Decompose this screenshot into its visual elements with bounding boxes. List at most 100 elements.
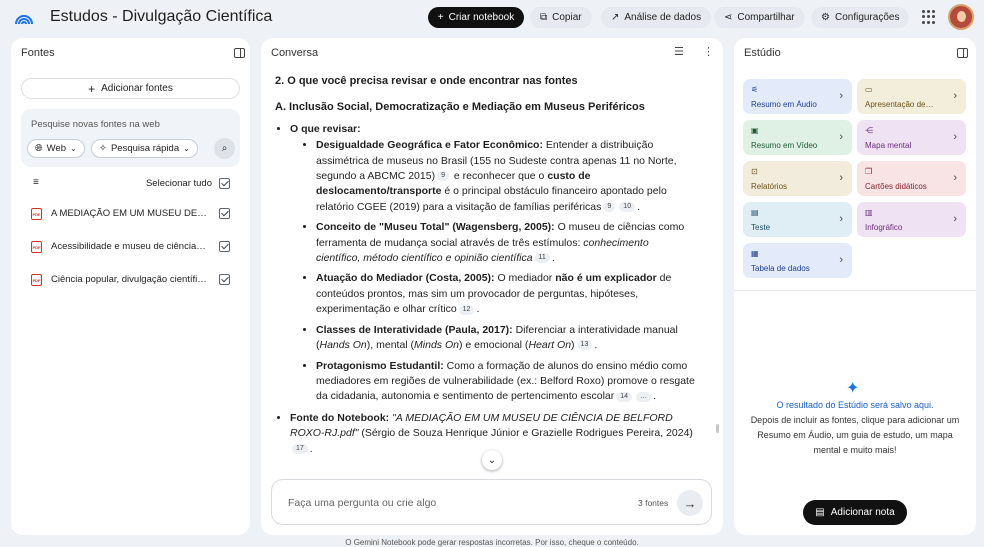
citation-chip[interactable]: …: [636, 391, 652, 402]
add-sources-button[interactable]: + Adicionar fontes: [21, 78, 240, 99]
chevron-right-icon: ›: [839, 90, 843, 102]
list-item: Conceito de "Museu Total" (Wagensberg, 2…: [316, 220, 695, 266]
tile-video-overview[interactable]: ▣ Resumo em Vídeo ›: [743, 120, 852, 155]
web-source-dropdown[interactable]: 🌐︎ Web ⌄: [27, 139, 85, 158]
share-icon: ⋖: [724, 12, 733, 23]
apps-grid-icon[interactable]: [922, 10, 936, 24]
gear-icon: ⚙: [821, 12, 830, 23]
message-heading: 2. O que você precisa revisar e onde enc…: [275, 75, 578, 87]
chat-panel: Conversa ☰ ⋮ 2. O que você precisa revis…: [261, 38, 723, 535]
select-all-row: ≡ Selecionar tudo: [11, 177, 250, 191]
analytics-button[interactable]: ↗ Análise de dados: [601, 7, 712, 28]
copy-icon: ⧉: [540, 12, 548, 23]
create-notebook-button[interactable]: + Criar notebook: [428, 7, 524, 28]
magic-wand-icon: ✦: [846, 380, 860, 397]
plus-icon: +: [437, 12, 444, 23]
chevron-right-icon: ›: [953, 131, 957, 143]
collapse-panel-icon[interactable]: [957, 48, 968, 58]
chat-message: 2. O que você precisa revisar e onde enc…: [275, 74, 695, 463]
source-checkbox[interactable]: [219, 241, 230, 252]
studio-header: Estúdio: [744, 47, 781, 59]
divider: [734, 290, 976, 291]
report-icon: ⊡: [751, 167, 758, 176]
search-input[interactable]: Pesquise novas fontes na web: [31, 119, 160, 130]
plus-icon: +: [88, 81, 96, 96]
chevron-right-icon: ›: [953, 172, 957, 184]
chat-header: Conversa: [271, 47, 319, 59]
scrollbar[interactable]: [716, 424, 719, 433]
note-icon: ▤: [815, 507, 825, 518]
list-item[interactable]: PDF Ciência popular, divulgação científi…: [11, 273, 250, 287]
pdf-icon: PDF: [31, 208, 42, 220]
notebook-logo-icon[interactable]: [14, 8, 34, 26]
pdf-icon: PDF: [31, 241, 42, 253]
quiz-icon: ▤: [751, 208, 759, 217]
infographic-icon: ▥: [865, 208, 873, 217]
top-bar: Estudos - Divulgação Científica + Criar …: [0, 0, 984, 36]
web-search-box: Pesquise novas fontes na web 🌐︎ Web ⌄ ✧ …: [21, 109, 240, 167]
list-item: Atuação do Mediador (Costa, 2005): O med…: [316, 271, 695, 317]
disclaimer: O Gemini Notebook pode gerar respostas i…: [345, 538, 639, 547]
citation-chip[interactable]: 9: [603, 202, 616, 213]
studio-empty-state: O resultado do Estúdio será salvo aqui. …: [750, 400, 960, 455]
avatar[interactable]: [948, 4, 974, 30]
flashcards-icon: ❐: [865, 167, 873, 176]
citation-chip[interactable]: 17: [292, 443, 308, 454]
list-item: Classes de Interatividade (Paula, 2017):…: [316, 323, 695, 354]
tile-data-table[interactable]: ▦ Tabela de dados ›: [743, 243, 852, 278]
source-checkbox[interactable]: [219, 274, 230, 285]
citation-chip[interactable]: 10: [619, 202, 636, 213]
source-checkbox[interactable]: [219, 208, 230, 219]
search-mode-dropdown[interactable]: ✧ Pesquisa rápida ⌄: [91, 139, 198, 158]
chevron-right-icon: ›: [953, 90, 957, 102]
notebook-title[interactable]: Estudos - Divulgação Científica: [50, 8, 272, 26]
collapse-panel-icon[interactable]: [234, 48, 245, 58]
pdf-icon: PDF: [31, 274, 42, 286]
mindmap-icon: ⋲: [865, 126, 873, 135]
search-icon: ⌕: [221, 143, 228, 154]
audio-icon: ⚟: [751, 85, 759, 94]
studio-panel: Estúdio ⚟ Resumo em Áudio › ▭ Apresentaç…: [734, 38, 976, 535]
list-item: Desigualdade Geográfica e Fator Econômic…: [316, 138, 695, 215]
list-item[interactable]: PDF Acessibilidade e museu de ciência…: [11, 240, 250, 254]
citation-chip[interactable]: 12: [458, 304, 475, 315]
filter-icon[interactable]: ≡: [33, 177, 39, 188]
trending-icon: ↗: [611, 12, 620, 23]
list-item[interactable]: PDF A MEDIAÇÃO EM UM MUSEU DE CIÊNCIA DE…: [11, 207, 250, 221]
copy-button[interactable]: ⧉ Copiar: [530, 7, 592, 28]
chevron-right-icon: ›: [839, 254, 843, 266]
chevron-down-icon: ⌄: [183, 144, 190, 153]
chevron-right-icon: ›: [839, 213, 843, 225]
tile-quiz[interactable]: ▤ Teste ›: [743, 202, 852, 237]
chevron-right-icon: ›: [839, 172, 843, 184]
citation-chip[interactable]: 14: [616, 391, 633, 402]
list-item: Protagonismo Estudantil: Como a formação…: [316, 359, 695, 405]
tile-flashcards[interactable]: ❐ Cartões didáticos ›: [857, 161, 966, 196]
more-vert-icon[interactable]: ⋮: [703, 47, 715, 58]
tile-audio-overview[interactable]: ⚟ Resumo em Áudio ›: [743, 79, 852, 114]
chat-input[interactable]: Faça uma pergunta ou crie algo 3 fontes …: [271, 479, 712, 525]
send-button[interactable]: →: [677, 490, 703, 516]
tile-mind-map[interactable]: ⋲ Mapa mental ›: [857, 120, 966, 155]
table-icon: ▦: [751, 249, 759, 258]
search-submit-button[interactable]: ⌕: [214, 138, 235, 159]
citation-chip[interactable]: 13: [576, 340, 593, 351]
tune-icon[interactable]: ☰: [674, 47, 686, 58]
chevron-down-icon: ⌄: [487, 454, 497, 466]
tile-presentation[interactable]: ▭ Apresentação de… ›: [857, 79, 966, 114]
chevron-down-icon: ⌄: [69, 144, 77, 153]
citation-chip[interactable]: 9: [437, 171, 449, 182]
add-note-button[interactable]: ▤ Adicionar nota: [803, 500, 907, 525]
tile-reports[interactable]: ⊡ Relatórios ›: [743, 161, 852, 196]
chevron-right-icon: ›: [953, 213, 957, 225]
select-all-checkbox[interactable]: [219, 178, 230, 189]
citation-chip[interactable]: 11: [534, 253, 550, 264]
slides-icon: ▭: [865, 85, 873, 94]
share-button[interactable]: ⋖ Compartilhar: [714, 7, 805, 28]
scroll-down-button[interactable]: ⌄: [482, 450, 502, 470]
source-count: 3 fontes: [638, 498, 669, 508]
video-icon: ▣: [751, 126, 759, 135]
settings-button[interactable]: ⚙ Configurações: [811, 7, 910, 28]
tile-infographic[interactable]: ▥ Infográfico ›: [857, 202, 966, 237]
sparkle-search-icon: ✧: [99, 143, 107, 154]
